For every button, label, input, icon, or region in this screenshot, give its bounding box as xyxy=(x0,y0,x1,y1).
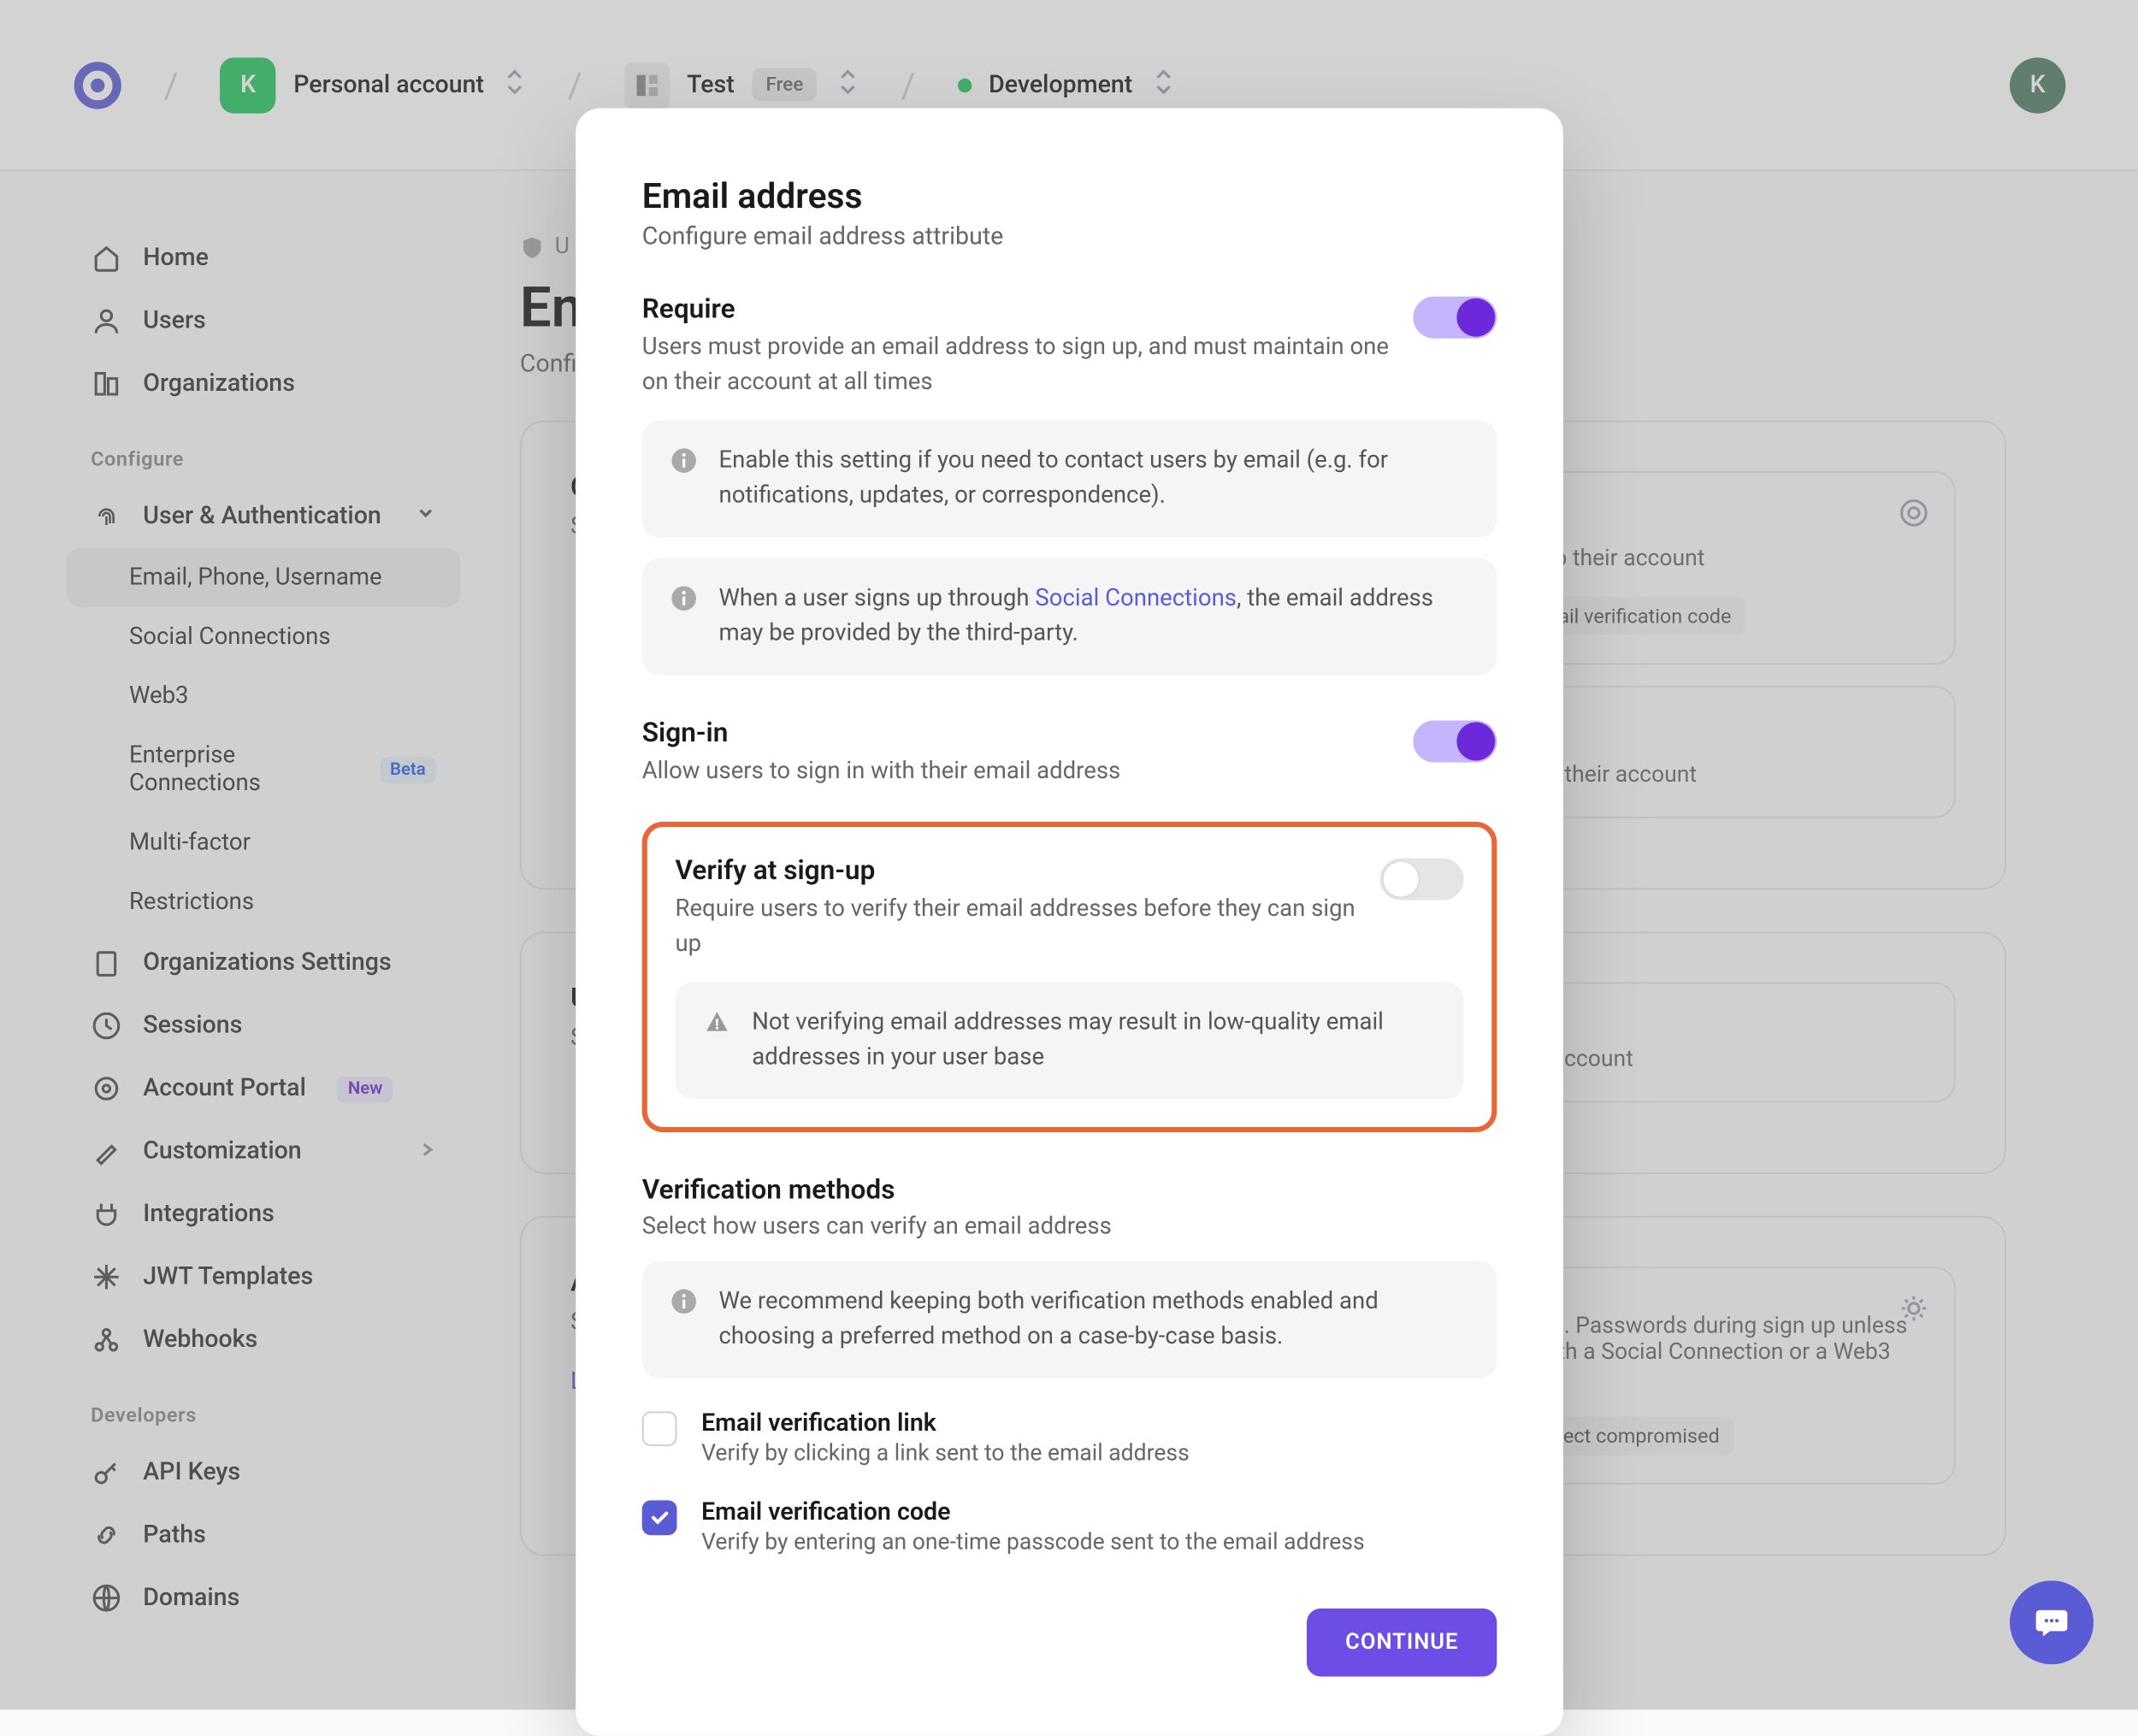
verify-toggle[interactable] xyxy=(1380,859,1464,900)
verify-desc: Require users to verify their email addr… xyxy=(675,893,1359,961)
info-icon xyxy=(670,585,698,652)
require-section: Require Users must provide an email addr… xyxy=(642,293,1497,676)
require-toggle[interactable] xyxy=(1413,297,1497,339)
link-title: Email verification link xyxy=(701,1410,1190,1438)
method-code-row[interactable]: Email verification code Verify by enteri… xyxy=(642,1499,1497,1556)
code-desc: Verify by entering an one-time passcode … xyxy=(701,1531,1365,1557)
continue-button[interactable]: CONTINUE xyxy=(1307,1609,1497,1678)
methods-title: Verification methods xyxy=(642,1174,1497,1206)
social-connections-link[interactable]: Social Connections xyxy=(1035,585,1237,613)
info-icon xyxy=(670,446,698,513)
warning-icon xyxy=(703,1008,731,1075)
require-title: Require xyxy=(642,293,1392,325)
signin-title: Sign-in xyxy=(642,717,1392,749)
methods-section: Verification methods Select how users ca… xyxy=(642,1174,1497,1556)
info-icon xyxy=(670,1288,698,1355)
chat-fab[interactable] xyxy=(2010,1580,2094,1664)
verify-warning: Not verifying email addresses may result… xyxy=(675,983,1463,1100)
require-note2: When a user signs up through Social Conn… xyxy=(642,558,1497,676)
link-checkbox[interactable] xyxy=(642,1412,677,1447)
require-desc: Users must provide an email address to s… xyxy=(642,332,1392,400)
signin-section: Sign-in Allow users to sign in with thei… xyxy=(642,717,1497,790)
signin-desc: Allow users to sign in with their email … xyxy=(642,756,1392,790)
verify-title: Verify at sign-up xyxy=(675,854,1359,886)
methods-note: We recommend keeping both verification m… xyxy=(642,1261,1497,1379)
link-desc: Verify by clicking a link sent to the em… xyxy=(701,1442,1190,1468)
methods-desc: Select how users can verify an email add… xyxy=(642,1213,1497,1241)
signin-toggle[interactable] xyxy=(1413,721,1497,763)
require-note1: Enable this setting if you need to conta… xyxy=(642,421,1497,538)
modal-subtitle: Configure email address attribute xyxy=(642,223,1497,251)
code-checkbox[interactable] xyxy=(642,1501,677,1536)
modal-title: Email address xyxy=(642,174,1497,216)
method-link-row[interactable]: Email verification link Verify by clicki… xyxy=(642,1410,1497,1467)
email-settings-modal: Email address Configure email address at… xyxy=(576,108,1563,1736)
verify-section-highlight: Verify at sign-up Require users to verif… xyxy=(642,822,1497,1133)
code-title: Email verification code xyxy=(701,1499,1365,1527)
